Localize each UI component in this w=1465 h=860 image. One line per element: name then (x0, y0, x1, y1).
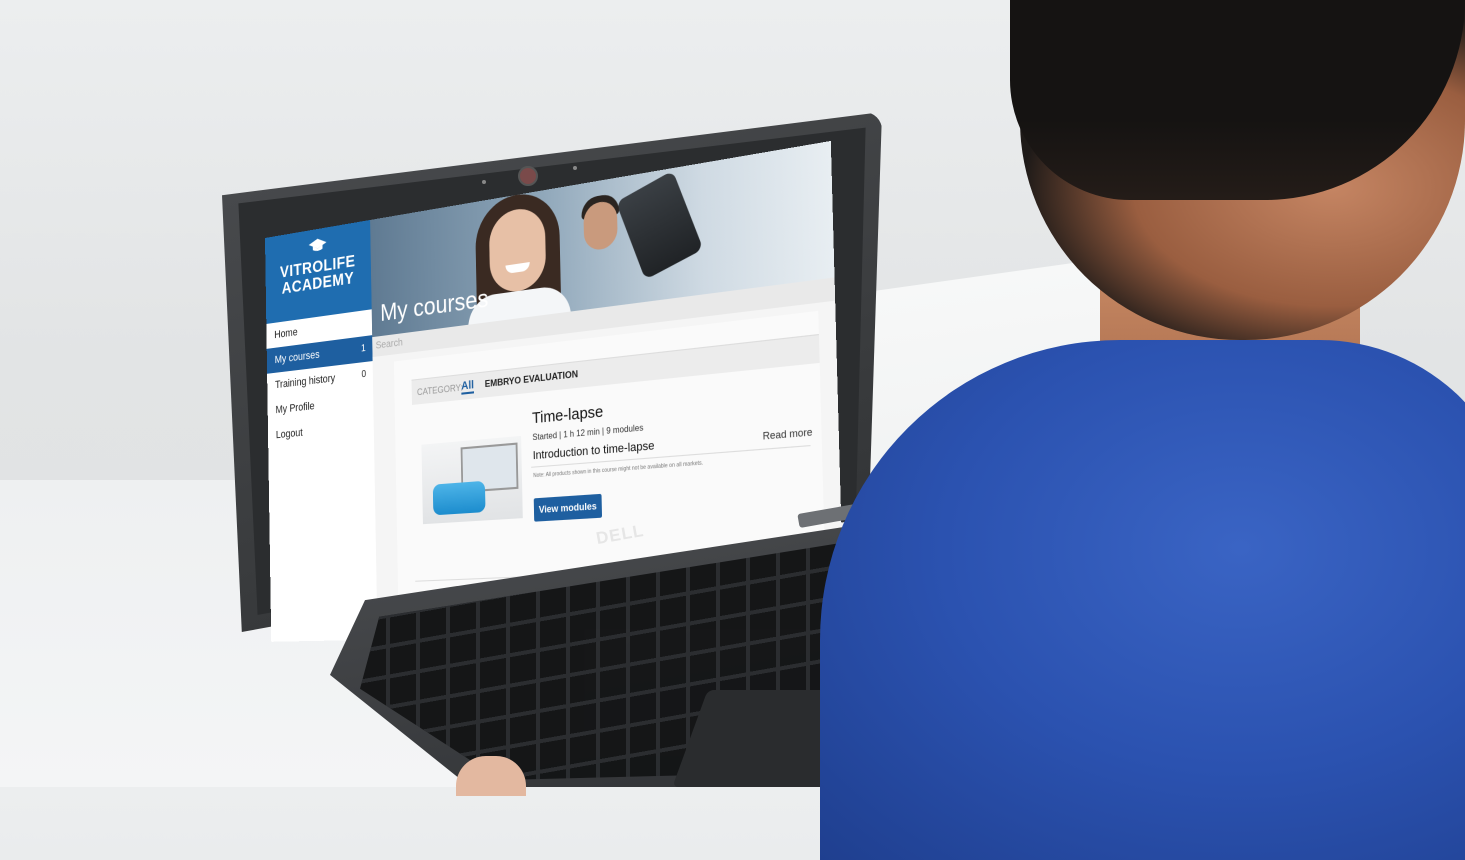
count-badge: 1 (361, 336, 366, 362)
brand-name: VITROLIFE ACADEMY (265, 250, 371, 299)
microscope-image (616, 170, 703, 279)
thumbnail-incubator (433, 481, 486, 516)
hero-person-2 (583, 199, 618, 251)
count-badge: 0 (361, 362, 366, 388)
camera-led (482, 180, 486, 184)
webcam-icon (518, 166, 538, 186)
category-tab-all[interactable]: All (461, 379, 474, 395)
sidebar-item-label: Home (274, 326, 297, 341)
sidebar: VITROLIFE ACADEMY Home My courses 1 Trai… (265, 220, 378, 642)
sidebar-item-label: Logout (276, 427, 303, 441)
category-label: CATEGORY: (417, 382, 463, 397)
read-more-link[interactable]: Read more (763, 426, 813, 442)
graduation-cap-icon (309, 237, 327, 254)
course-title[interactable]: Time-lapse (532, 403, 604, 428)
sidebar-item-label: Training history (275, 372, 335, 391)
brand-logo[interactable]: VITROLIFE ACADEMY (265, 220, 372, 324)
sidebar-item-label: My courses (275, 349, 320, 366)
course-thumbnail[interactable] (421, 436, 522, 524)
sidebar-item-label: My Profile (275, 400, 314, 416)
camera-led (573, 166, 577, 170)
view-modules-button[interactable]: View modules (534, 494, 602, 522)
category-tab-embryo-evaluation[interactable]: EMBRYO EVALUATION (485, 369, 578, 390)
sidebar-nav: Home My courses 1 Training history 0 My … (266, 309, 374, 448)
course-note: Note: All products shown in this course … (533, 460, 703, 479)
person-shirt (820, 340, 1465, 860)
